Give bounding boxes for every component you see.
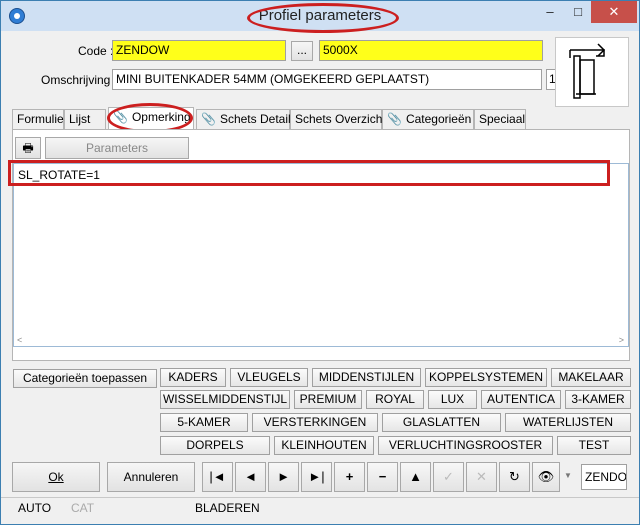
binoculars-icon[interactable]: 👁 — [532, 462, 560, 492]
ok-button[interactable]: Ok — [12, 462, 100, 492]
print-button[interactable]: 🖶 — [15, 137, 41, 159]
category-button[interactable]: 3-KAMER — [565, 390, 631, 409]
category-button[interactable]: KADERS — [160, 368, 226, 387]
status-state: BLADEREN — [195, 501, 260, 515]
status-cat: CAT — [71, 501, 95, 515]
category-button[interactable]: PREMIUM — [294, 390, 362, 409]
category-button[interactable]: VERLUCHTINGSROOSTER — [378, 436, 553, 455]
paperclip-icon: 📎 — [201, 112, 216, 126]
tab-label: Schets Detail — [219, 112, 291, 126]
category-button[interactable]: WISSELMIDDENSTIJL — [160, 390, 290, 409]
memo-textarea[interactable]: SL_ROTATE=1 < > — [13, 163, 629, 347]
cancel-button[interactable]: Annuleren — [107, 462, 195, 492]
category-button[interactable]: GLASLATTEN — [382, 413, 501, 432]
prev-record-icon[interactable]: ◄ — [235, 462, 266, 492]
omschrijving-label: Omschrijving : — [41, 73, 118, 87]
last-record-icon[interactable]: ►| — [301, 462, 332, 492]
search-dropdown-icon[interactable]: ▼ — [564, 471, 572, 480]
category-button[interactable]: KOPPELSYSTEMEN — [425, 368, 547, 387]
tab-label: Speciaal — [479, 112, 526, 126]
category-button[interactable]: LUX — [428, 390, 477, 409]
close-button[interactable]: ✕ — [591, 1, 637, 23]
minimize-button[interactable]: – — [535, 1, 565, 23]
restore-button[interactable]: □ — [563, 1, 593, 23]
category-button[interactable]: DORPELS — [160, 436, 270, 455]
tab-label: Schets Overzicht — [295, 112, 386, 126]
category-button[interactable]: VLEUGELS — [230, 368, 308, 387]
profile-drawing-icon — [569, 43, 606, 99]
tab-categorieen[interactable]: 📎 Categorieën — [382, 109, 474, 129]
title-highlight-oval — [247, 3, 399, 33]
next-record-icon[interactable]: ► — [268, 462, 299, 492]
profiel-parameters-window: Profiel parameters – □ ✕ Code : ZENDOW .… — [0, 0, 640, 525]
first-record-icon[interactable]: |◄ — [202, 462, 233, 492]
scroll-left-icon[interactable]: < — [17, 335, 22, 345]
status-bar: AUTO CAT BLADEREN — [1, 497, 639, 519]
apply-categories-button[interactable]: Categorieën toepassen — [13, 369, 157, 388]
tab-label: Lijst — [69, 112, 91, 126]
code-label: Code : — [78, 44, 114, 58]
category-button[interactable]: MIDDENSTIJLEN — [312, 368, 421, 387]
tab-label: Formulier — [17, 112, 68, 126]
code-field[interactable]: ZENDOW — [112, 40, 286, 61]
title-bar[interactable]: Profiel parameters – □ ✕ — [1, 1, 639, 33]
omschrijving-field[interactable]: MINI BUITENKADER 54MM (OMGEKEERD GEPLAAT… — [112, 69, 542, 90]
profile-thumbnail — [555, 37, 629, 107]
category-button[interactable]: WATERLIJSTEN — [505, 413, 631, 432]
category-button[interactable]: VERSTERKINGEN — [252, 413, 378, 432]
code-lookup-button[interactable]: ... — [291, 41, 313, 61]
category-button[interactable]: KLEINHOUTEN — [274, 436, 374, 455]
category-button[interactable]: TEST — [557, 436, 631, 455]
tab-speciaal[interactable]: Speciaal — [474, 109, 526, 129]
code2-field[interactable]: 5000X — [319, 40, 543, 61]
add-record-icon[interactable]: + — [334, 462, 365, 492]
category-button[interactable]: AUTENTICA — [481, 390, 561, 409]
search-field[interactable]: ZENDO — [581, 464, 627, 490]
paperclip-icon: 📎 — [387, 112, 402, 126]
tab-label: Categorieën — [405, 112, 472, 126]
cancel-edit-icon[interactable]: ✕ — [466, 462, 497, 492]
confirm-record-icon[interactable]: ✓ — [433, 462, 464, 492]
category-button[interactable]: MAKELAAR — [551, 368, 631, 387]
tab-schets-overzicht[interactable]: Schets Overzicht — [290, 109, 386, 129]
parameters-button[interactable]: Parameters — [45, 137, 189, 159]
category-button[interactable]: ROYAL — [366, 390, 424, 409]
edit-record-icon[interactable]: ▲ — [400, 462, 431, 492]
status-mode: AUTO — [18, 501, 52, 515]
tab-lijst[interactable]: Lijst — [64, 109, 106, 129]
tab-formulier[interactable]: Formulier — [12, 109, 68, 129]
tab-schets-detail[interactable]: 📎 Schets Detail — [196, 109, 291, 129]
printer-icon: 🖶 — [22, 141, 34, 155]
scroll-right-icon[interactable]: > — [619, 335, 624, 345]
delete-record-icon[interactable]: − — [367, 462, 398, 492]
memo-highlight-box — [8, 160, 610, 186]
category-button[interactable]: 5-KAMER — [160, 413, 248, 432]
refresh-icon[interactable]: ↻ — [499, 462, 530, 492]
